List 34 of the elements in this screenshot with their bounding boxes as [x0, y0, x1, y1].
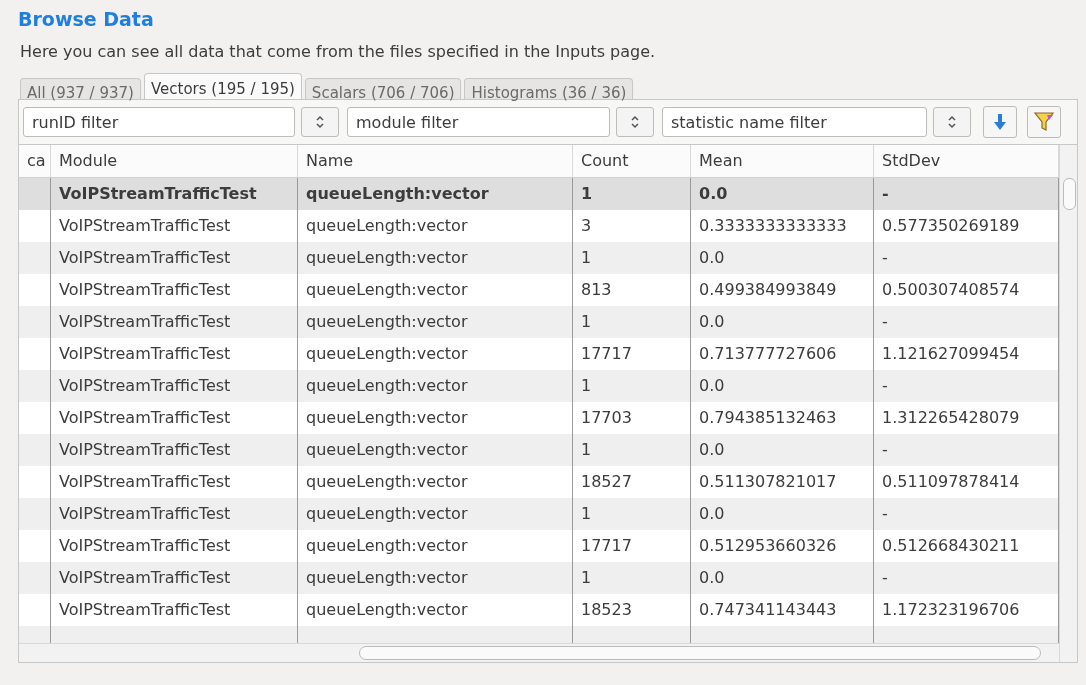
up-down-icon — [948, 115, 956, 129]
filter-field[interactable]: module filter — [347, 107, 610, 137]
download-button[interactable] — [983, 106, 1017, 138]
tab[interactable]: Histograms (36 / 36) — [464, 78, 634, 99]
filter-field[interactable]: statistic name filter — [662, 107, 927, 137]
down-arrow-icon — [993, 113, 1007, 131]
table-row[interactable]: VoIPStreamTrafficTest queueLength:vector 1 0.0 - — [19, 370, 1059, 402]
column-header[interactable]: Count — [573, 145, 691, 178]
vertical-scrollbar[interactable] — [1059, 145, 1077, 662]
table-row[interactable]: VoIPStreamTrafficTest queueLength:vector 1 0.0 - — [19, 242, 1059, 274]
column-header[interactable]: StdDev — [874, 145, 1059, 178]
combo-button[interactable] — [933, 107, 971, 137]
table-row[interactable]: VoIPStreamTrafficTest queueLength:vector 1 0.0 - — [19, 178, 1059, 210]
up-down-icon — [631, 115, 639, 129]
horizontal-scrollbar[interactable] — [19, 643, 1059, 662]
column-header[interactable]: Module — [51, 145, 298, 178]
combo-button[interactable] — [616, 107, 654, 137]
table-row[interactable]: VoIPStreamTrafficTest queueLength:vector 1 0.0 - — [19, 306, 1059, 338]
column-header[interactable]: Name — [298, 145, 573, 178]
table-row[interactable]: VoIPStreamTrafficTest queueLength:vector 1 0.0 - — [19, 434, 1059, 466]
filter-field[interactable]: runID filter — [23, 107, 295, 137]
table-row[interactable]: VoIPStreamTrafficTest queueLength:vector 1 0.0 - — [19, 498, 1059, 530]
combo-button[interactable] — [301, 107, 339, 137]
tab[interactable]: Scalars (706 / 706) — [304, 78, 462, 99]
funnel-icon — [1033, 111, 1055, 133]
table-row[interactable]: VoIPStreamTrafficTest queueLength:vector 1 0.0 - — [19, 562, 1059, 594]
tab[interactable]: All (937 / 937) — [20, 78, 141, 99]
page-title: Browse Data — [18, 8, 154, 30]
filter-button[interactable] — [1027, 106, 1061, 138]
column-header[interactable]: Mean — [691, 145, 874, 178]
up-down-icon — [316, 115, 324, 129]
column-header[interactable]: ca — [19, 145, 51, 178]
description-text: Here you can see all data that come from the files specified in the Inputs page. — [20, 42, 657, 61]
tab[interactable]: Vectors (195 / 195) — [143, 73, 302, 99]
